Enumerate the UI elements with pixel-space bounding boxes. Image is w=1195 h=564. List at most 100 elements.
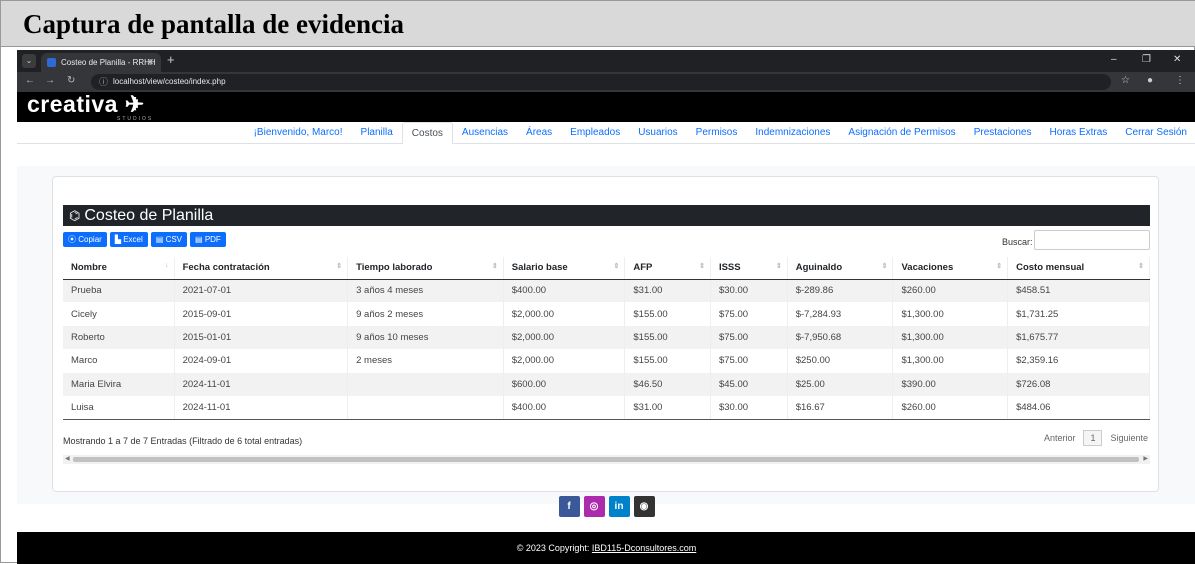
search-label: Buscar: [1002, 237, 1033, 247]
nav-item-8[interactable]: Indemnizaciones [746, 122, 839, 144]
table-cell: 9 años 10 meses [347, 325, 504, 350]
table-cell: $726.08 [1007, 372, 1150, 396]
restore-icon[interactable]: ❐ [1142, 54, 1151, 65]
site-header: creativa ✈ STUDIOS [17, 91, 1195, 122]
excel-button[interactable]: ▙ Excel [109, 232, 148, 247]
nav-item-3[interactable]: Ausencias [453, 122, 517, 144]
table-cell: 9 años 2 meses [347, 302, 504, 326]
table-header-row: Nombre ↓ Fecha contratación ⇕ Tiempo laborad… [63, 257, 1150, 280]
sort-icon: ⇕ [881, 263, 888, 270]
bookmark-star-icon[interactable]: ☆ [1121, 75, 1130, 86]
close-tab-icon[interactable]: ✕ [146, 53, 154, 72]
column-header[interactable]: ISSS ⇕ [710, 257, 788, 280]
minimize-icon[interactable]: – [1111, 54, 1117, 65]
table-cell: $155.00 [624, 349, 711, 373]
social-links: f ◎ in ◉ [17, 496, 1195, 517]
browser-tab[interactable]: Costeo de Planilla - RRHH IBD1 ✕ [41, 53, 161, 86]
sort-icon: ⇕ [491, 263, 498, 270]
scroll-left-icon[interactable]: ◀ [65, 455, 70, 464]
pagination-next[interactable]: Siguiente [1110, 433, 1148, 443]
back-icon[interactable]: ← [25, 75, 35, 86]
url-field[interactable]: ⓘ localhost/view/costeo/index.php [91, 74, 1111, 90]
pagination-page[interactable]: 1 [1083, 430, 1103, 446]
costeo-card: ⌬ Costeo de Planilla ⦿ Copiar ▙ Excel ▤ C… [52, 176, 1159, 492]
nav-item-7[interactable]: Permisos [687, 122, 747, 144]
table-cell: $45.00 [710, 372, 788, 396]
footer-link[interactable]: IBD115-Dconsultores.com [592, 543, 696, 553]
table-cell: $2,000.00 [503, 302, 626, 326]
nav-item-5[interactable]: Empleados [561, 122, 629, 144]
github-icon[interactable]: ◉ [633, 496, 655, 517]
profile-avatar-icon[interactable]: ● [1147, 75, 1153, 86]
table-cell: $400.00 [503, 395, 626, 420]
main-navbar: ¡Bienvenido, Marco! Planilla Costos Ausenci… [17, 122, 1195, 144]
table-cell: $75.00 [710, 302, 788, 326]
address-bar: ← → ↻ ⓘ localhost/view/costeo/index.php … [17, 72, 1195, 92]
column-header-label: ISSS [718, 262, 741, 274]
pdf-button[interactable]: ▤ PDF [190, 232, 226, 247]
site-info-icon[interactable]: ⓘ [99, 74, 108, 90]
browser-window: ⌄ Costeo de Planilla - RRHH IBD1 ✕ + – ❐… [17, 50, 1195, 564]
column-header[interactable]: Aguinaldo ⇕ [787, 257, 894, 280]
nav-item-10[interactable]: Prestaciones [965, 122, 1041, 144]
column-header[interactable]: Nombre ↓ [63, 257, 175, 280]
column-header[interactable]: Costo mensual ⇕ [1007, 257, 1150, 280]
logo-text: creativa [27, 91, 118, 117]
table-cell: $155.00 [624, 302, 711, 326]
table-cell: $-7,284.93 [787, 302, 894, 326]
sort-icon: ⇕ [336, 263, 343, 270]
table-cell: Prueba [63, 279, 175, 303]
instagram-icon[interactable]: ◎ [583, 496, 605, 517]
sort-icon: ⇕ [1138, 263, 1144, 270]
horizontal-scrollbar[interactable]: ◀ ▶ [63, 455, 1150, 464]
scrollbar-thumb[interactable] [73, 457, 1139, 462]
copy-button[interactable]: ⦿ Copiar [63, 232, 107, 247]
card-title: Costeo de Planilla [84, 207, 214, 224]
csv-button[interactable]: ▤ CSV [150, 232, 188, 247]
favicon-icon [47, 58, 56, 67]
facebook-icon[interactable]: f [558, 496, 580, 517]
site-footer: © 2023 Copyright: IBD115-Dconsultores.co… [17, 532, 1195, 564]
column-header[interactable]: Fecha contratación ⇕ [174, 257, 349, 280]
table-cell: $75.00 [710, 325, 788, 350]
table-cell: $2,359.16 [1007, 349, 1150, 373]
nav-item-2[interactable]: Costos [401, 122, 453, 144]
table-cell: 2024-11-01 [174, 372, 349, 396]
linkedin-icon[interactable]: in [608, 496, 630, 517]
table-cell: $250.00 [787, 349, 894, 373]
csv-file-icon: ▤ [155, 235, 164, 244]
table-row: Roberto 2015-01-01 9 años 10 meses $2,000.0… [63, 325, 1150, 350]
scroll-right-icon[interactable]: ▶ [1143, 455, 1148, 464]
nav-item-6[interactable]: Usuarios [629, 122, 686, 144]
nav-item-4[interactable]: Áreas [517, 122, 561, 144]
column-header[interactable]: Tiempo laborado ⇕ [347, 257, 504, 280]
table-cell: $458.51 [1007, 279, 1150, 303]
browser-menu-icon[interactable]: ⋮ [1175, 75, 1185, 86]
table-cell: $390.00 [892, 372, 1009, 396]
forward-icon[interactable]: → [45, 75, 55, 86]
table-cell: $260.00 [892, 395, 1009, 420]
nav-item-0[interactable]: ¡Bienvenido, Marco! [245, 122, 352, 144]
search-input[interactable] [1034, 230, 1150, 250]
reload-icon[interactable]: ↻ [67, 75, 75, 86]
site-logo[interactable]: creativa ✈ [27, 91, 145, 118]
column-header-label: Salario base [511, 262, 568, 274]
table-cell: $1,300.00 [892, 325, 1009, 350]
nav-item-11[interactable]: Horas Extras [1041, 122, 1117, 144]
pagination-previous[interactable]: Anterior [1044, 433, 1076, 443]
table-cell: 2024-09-01 [174, 349, 349, 373]
close-window-icon[interactable]: ✕ [1173, 54, 1181, 65]
tab-search-icon[interactable]: ⌄ [22, 54, 36, 68]
column-header[interactable]: AFP ⇕ [624, 257, 711, 280]
nav-item-1[interactable]: Planilla [352, 122, 402, 144]
table-cell: $2,000.00 [503, 349, 626, 373]
table-cell: $1,731.25 [1007, 302, 1150, 326]
table-cell: Luisa [63, 395, 175, 420]
column-header[interactable]: Salario base ⇕ [503, 257, 626, 280]
nav-item-9[interactable]: Asignación de Permisos [839, 122, 964, 144]
column-header[interactable]: Vacaciones ⇕ [892, 257, 1009, 280]
nav-item-12[interactable]: Cerrar Sesión [1116, 122, 1195, 144]
sort-icon: ⇕ [996, 263, 1003, 270]
caption-title: Captura de pantalla de evidencia [23, 9, 405, 39]
new-tab-icon[interactable]: + [167, 52, 175, 67]
